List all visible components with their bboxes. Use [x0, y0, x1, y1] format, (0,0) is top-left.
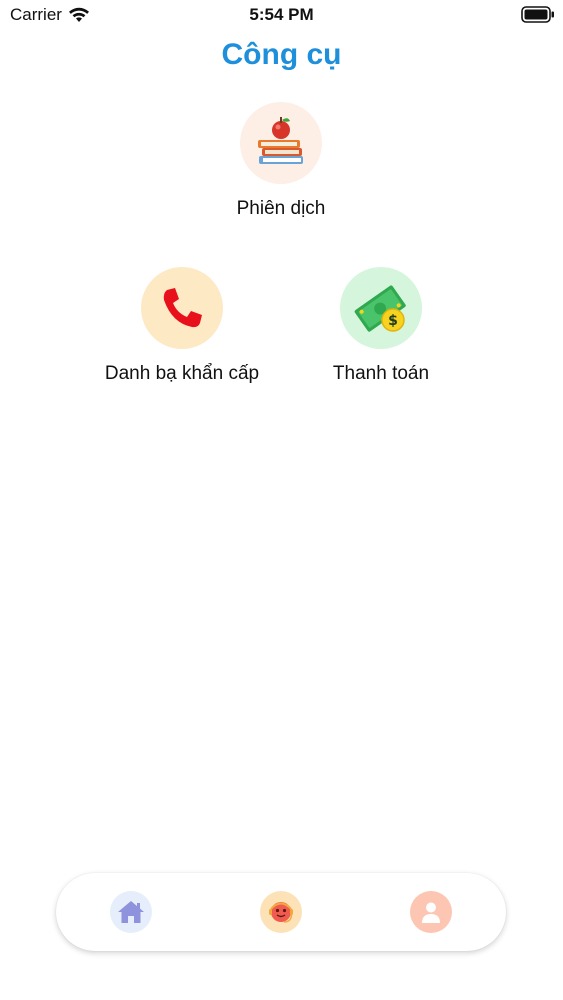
translate-icon-circle: [240, 102, 322, 184]
battery-icon: [521, 6, 554, 23]
home-icon: [118, 901, 144, 923]
profile-icon: [422, 902, 440, 923]
nav-chatbot-button[interactable]: [260, 891, 302, 933]
tool-payment[interactable]: $ Thanh toán: [281, 267, 481, 385]
tool-emergency-label: Danh bạ khẩn cấp: [104, 363, 260, 384]
tool-emergency-contacts[interactable]: Danh bạ khẩn cấp: [82, 267, 282, 385]
phone-icon: [163, 288, 202, 328]
tool-payment-label: Thanh toán: [332, 363, 430, 384]
bottom-nav: [56, 873, 506, 951]
page-title: Công cụ: [221, 38, 342, 71]
payment-icon-circle: $: [340, 267, 422, 349]
money-icon: $: [354, 285, 406, 332]
tool-translate[interactable]: Phiên dịch: [181, 102, 381, 220]
status-bar: Carrier 5:54 PM: [0, 0, 563, 30]
nav-home-button[interactable]: [110, 891, 152, 933]
status-time: 5:54 PM: [249, 5, 314, 24]
nav-profile-button[interactable]: [410, 891, 452, 933]
tool-translate-label: Phiên dịch: [236, 198, 326, 219]
emergency-icon-circle: [141, 267, 223, 349]
chatbot-icon: [269, 902, 293, 923]
svg-text:$: $: [388, 313, 398, 329]
books-apple-icon: [258, 117, 303, 164]
